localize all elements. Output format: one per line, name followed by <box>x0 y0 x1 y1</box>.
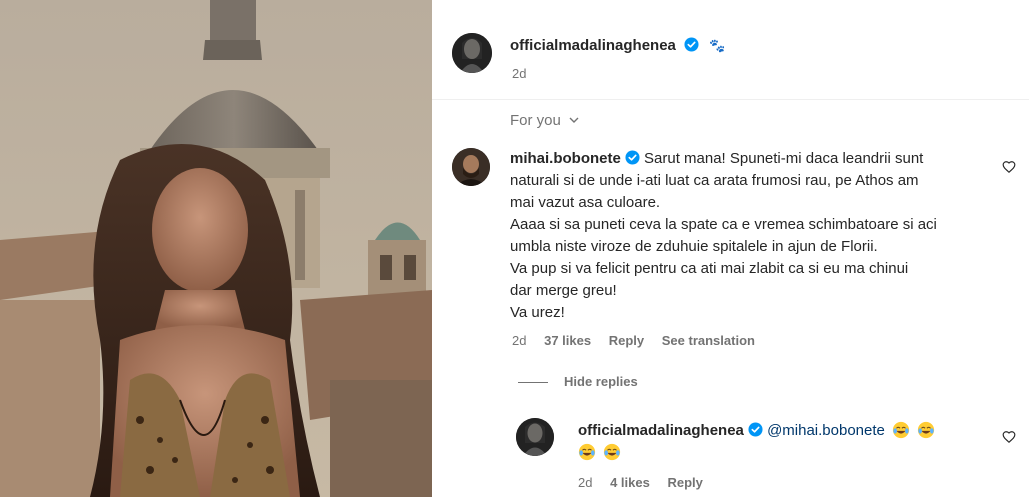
comment-author[interactable]: mihai.bobonete <box>510 150 621 167</box>
reply-likes[interactable]: 4 likes <box>610 475 650 490</box>
post-time[interactable]: 2d <box>512 66 526 81</box>
reply-time[interactable]: 2d <box>578 475 592 490</box>
hide-replies-button[interactable]: Hide replies <box>518 374 638 389</box>
comment-text-line: Aaaa si sa puneti ceva la spate ca e vre… <box>510 216 937 233</box>
author-avatar[interactable] <box>452 33 492 73</box>
comment-actions: 2d 37 likes Reply See translation <box>512 333 769 348</box>
author-username[interactable]: officialmadalinaghenea <box>510 37 676 54</box>
reply-body: officialmadalinaghenea @mihai.bobonete <box>578 420 988 464</box>
commenter-avatar[interactable] <box>452 148 490 186</box>
comment-likes[interactable]: 37 likes <box>544 333 591 348</box>
comment-text-line: mai vazut asa culoare. <box>510 194 661 211</box>
reply-actions: 2d 4 likes Reply <box>578 475 717 490</box>
laughing-tears-emoji-icon <box>918 421 935 439</box>
verified-badge-icon <box>625 150 640 165</box>
comment-text-line: dar merge greu! <box>510 282 617 299</box>
author-avatar-image <box>452 33 492 73</box>
reply-emoji-line <box>578 442 988 464</box>
reply-author-avatar-image <box>516 418 554 456</box>
for-you-label: For you <box>510 112 561 129</box>
hide-replies-label: Hide replies <box>564 374 638 389</box>
comment-body: mihai.bobonete Sarut mana! Spuneti-mi da… <box>510 148 980 324</box>
commenter-avatar-image <box>452 148 490 186</box>
like-heart-icon[interactable] <box>1002 430 1016 444</box>
see-translation-button[interactable]: See translation <box>662 333 755 348</box>
reply-author-avatar[interactable] <box>516 418 554 456</box>
comment-text-line: naturali si de unde i-ati luat ca arata … <box>510 172 919 189</box>
like-heart-icon[interactable] <box>1002 160 1016 174</box>
comment-text-line: Va pup si va felicit pentru ca ati mai z… <box>510 260 909 277</box>
laughing-tears-emoji-icon <box>892 421 910 439</box>
laughing-tears-emoji-icon <box>604 443 621 461</box>
reply-button[interactable]: Reply <box>667 475 702 490</box>
paw-icon: 🐾 <box>709 38 726 53</box>
comment-line-1: mihai.bobonete Sarut mana! Spuneti-mi da… <box>510 148 980 170</box>
reply-mention[interactable]: @mihai.bobonete <box>767 422 885 439</box>
laughing-tears-emoji-icon <box>578 443 596 461</box>
reply-button[interactable]: Reply <box>609 333 644 348</box>
for-you-dropdown[interactable]: For you <box>510 112 579 129</box>
comment-text-line: Sarut mana! Spuneti-mi daca leandrii sun… <box>644 150 924 167</box>
verified-badge-icon <box>748 422 763 437</box>
comment-text-line: umbla niste viroze de zduhuie spitalele … <box>510 238 878 255</box>
post-photo[interactable] <box>0 0 432 497</box>
post-header: officialmadalinaghenea 🐾 2d <box>432 0 1029 100</box>
chevron-down-icon <box>569 117 579 123</box>
post-photo-image <box>0 0 432 497</box>
comments-panel: officialmadalinaghenea 🐾 2d For you miha… <box>432 0 1029 497</box>
author-username-row: officialmadalinaghenea 🐾 <box>510 37 725 54</box>
reply-author[interactable]: officialmadalinaghenea <box>578 422 744 439</box>
verified-badge-icon <box>684 37 699 52</box>
comment-text-line: Va urez! <box>510 304 565 321</box>
hide-replies-divider <box>518 382 548 384</box>
comment-time[interactable]: 2d <box>512 333 526 348</box>
